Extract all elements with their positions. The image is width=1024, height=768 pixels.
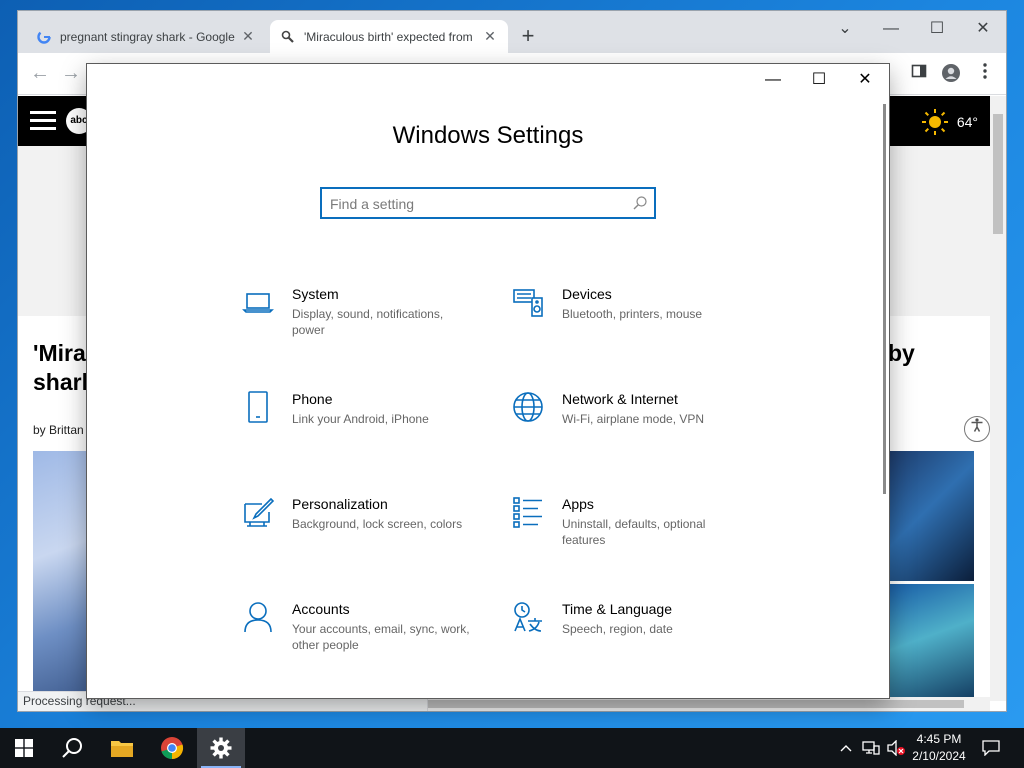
time-language-icon — [512, 601, 544, 633]
google-g-icon — [36, 29, 52, 45]
taskbar-settings[interactable] — [197, 728, 245, 768]
settings-category-system[interactable]: System Display, sound, notifications, po… — [242, 286, 482, 346]
settings-gear-icon — [210, 737, 232, 759]
weather-temperature: 64° — [956, 114, 978, 130]
article-photo — [889, 584, 974, 701]
category-name: System — [292, 286, 339, 302]
settings-title: Windows Settings — [392, 122, 584, 149]
globe-icon — [512, 391, 544, 423]
laptop-icon — [242, 286, 274, 318]
keyboard-speaker-icon — [512, 286, 544, 318]
file-explorer-icon — [111, 741, 133, 757]
accessibility-icon[interactable] — [964, 416, 990, 442]
new-tab-button[interactable]: + — [516, 25, 540, 49]
category-description: Speech, region, date — [562, 622, 673, 636]
article-photo — [33, 451, 93, 701]
close-icon[interactable]: ✕ — [240, 28, 256, 45]
category-description: Uninstall, defaults, optional features — [562, 517, 706, 547]
settings-search-box[interactable] — [320, 187, 656, 219]
category-name: Time & Language — [562, 601, 672, 617]
settings-search-input[interactable] — [330, 194, 620, 214]
article-byline: by Brittan — [33, 423, 84, 437]
headline-line-2: shark — [33, 369, 95, 395]
settings-close-button[interactable]: ✕ — [842, 64, 888, 96]
scrollbar-thumb[interactable] — [993, 114, 1003, 234]
maximize-button[interactable]: ☐ — [914, 15, 960, 43]
scrollbar-thumb[interactable] — [344, 700, 964, 708]
paint-brush-icon — [242, 496, 275, 528]
article-photo — [889, 451, 974, 581]
category-name: Devices — [562, 286, 612, 302]
page-vertical-scrollbar[interactable] — [990, 96, 1006, 701]
hamburger-menu-icon[interactable] — [30, 111, 56, 131]
taskbar-file-explorer[interactable] — [98, 728, 146, 768]
tab-google-search[interactable]: pregnant stingray shark - Google ✕ — [26, 20, 266, 53]
phone-icon — [242, 391, 274, 423]
settings-category-phone[interactable]: Phone Link your Android, iPhone — [242, 391, 482, 451]
close-window-button[interactable]: ✕ — [960, 15, 1006, 43]
profile-avatar-icon[interactable] — [940, 63, 962, 85]
back-button[interactable]: ← — [27, 61, 53, 87]
settings-category-personalization[interactable]: Personalization Background, lock screen,… — [242, 496, 482, 556]
clock-time: 4:45 PM — [916, 732, 962, 746]
forward-button[interactable]: → — [58, 61, 84, 87]
taskbar-search-button[interactable] — [48, 728, 96, 768]
person-icon — [242, 601, 274, 633]
category-description: Link your Android, iPhone — [292, 412, 429, 426]
start-icon — [15, 739, 33, 757]
category-name: Accounts — [292, 601, 350, 617]
side-panel-icon[interactable] — [908, 63, 930, 85]
settings-category-apps[interactable]: Apps Uninstall, defaults, optional featu… — [512, 496, 752, 556]
search-icon — [62, 738, 82, 758]
tray-chevron-up-icon[interactable] — [836, 728, 856, 768]
tab-abc-news[interactable]: 'Miraculous birth' expected from ✕ — [270, 20, 508, 53]
clock-date: 2/10/2024 — [912, 749, 966, 763]
category-description: Display, sound, notifications, power — [292, 307, 444, 337]
abc-news-icon — [280, 29, 296, 45]
settings-scrollbar[interactable] — [883, 104, 886, 494]
taskbar-clock[interactable]: 4:45 PM 2/10/2024 — [905, 731, 973, 765]
search-icon[interactable] — [632, 195, 648, 211]
category-name: Apps — [562, 496, 594, 512]
more-menu-icon[interactable] — [974, 63, 996, 85]
weather-widget[interactable]: 64° — [921, 108, 978, 136]
settings-maximize-button[interactable]: ☐ — [796, 64, 842, 96]
chrome-icon — [161, 737, 184, 760]
network-icon[interactable] — [860, 728, 882, 768]
settings-category-accounts[interactable]: Accounts Your accounts, email, sync, wor… — [242, 601, 482, 661]
category-description: Bluetooth, printers, mouse — [562, 307, 703, 321]
category-description: Background, lock screen, colors — [292, 517, 463, 531]
start-button[interactable] — [0, 728, 48, 768]
taskbar: 4:45 PM 2/10/2024 — [0, 728, 1024, 768]
apps-list-icon — [512, 496, 544, 528]
category-name: Personalization — [292, 496, 388, 512]
minimize-button[interactable]: — — [868, 15, 914, 43]
settings-category-network[interactable]: Network & Internet Wi-Fi, airplane mode,… — [512, 391, 752, 451]
taskbar-chrome[interactable] — [148, 728, 196, 768]
tab-search-icon[interactable]: ⌄ — [822, 15, 868, 43]
close-icon[interactable]: ✕ — [482, 28, 498, 45]
category-description: Wi-Fi, airplane mode, VPN — [562, 412, 705, 426]
tab-strip: pregnant stingray shark - Google ✕ 'Mira… — [18, 11, 1006, 53]
category-description: Your accounts, email, sync, work, other … — [292, 622, 470, 652]
headline-line-1-end: by — [888, 340, 915, 366]
settings-minimize-button[interactable]: — — [750, 64, 796, 96]
settings-category-devices[interactable]: Devices Bluetooth, printers, mouse — [512, 286, 752, 346]
category-name: Network & Internet — [562, 391, 678, 407]
category-name: Phone — [292, 391, 333, 407]
settings-category-time-language[interactable]: Time & Language Speech, region, date — [512, 601, 752, 661]
notification-center-icon[interactable] — [978, 728, 1004, 768]
settings-window: — ☐ ✕ Windows Settings System Display, s… — [87, 64, 889, 698]
tab-title: pregnant stingray shark - Google — [60, 29, 235, 44]
headline-line-1: 'Mira — [33, 340, 86, 366]
page-horizontal-scrollbar[interactable] — [344, 697, 990, 711]
tab-title: 'Miraculous birth' expected from — [304, 29, 473, 44]
sun-icon — [921, 109, 948, 135]
